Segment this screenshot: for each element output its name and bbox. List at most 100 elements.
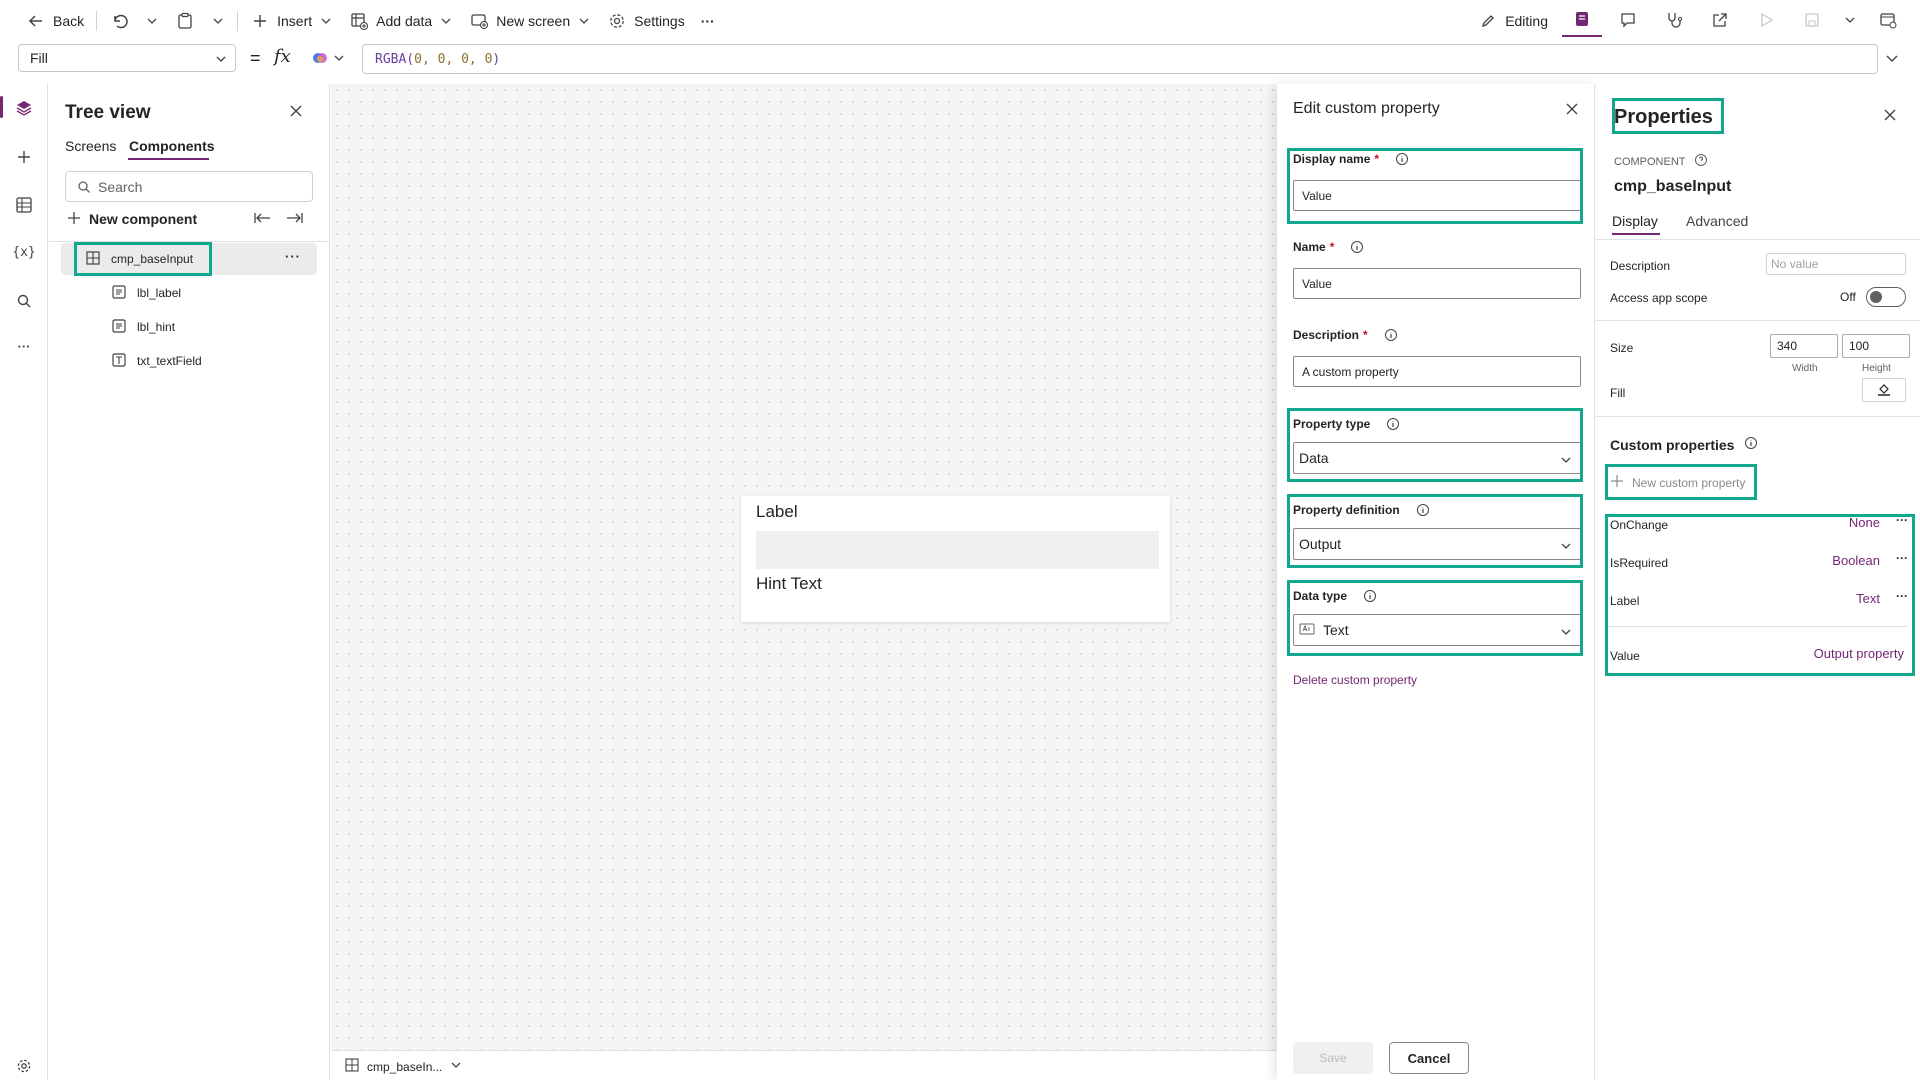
- tree-node-label: lbl_label: [137, 286, 182, 300]
- insert-icon[interactable]: [12, 145, 36, 169]
- description-row-label: Description: [1610, 259, 1671, 273]
- settings-button[interactable]: Settings: [599, 5, 693, 37]
- chevron-down-icon: [1844, 14, 1856, 29]
- publish-button[interactable]: [1868, 5, 1908, 37]
- save-button[interactable]: Save: [1293, 1042, 1373, 1074]
- play-icon: [1758, 12, 1774, 31]
- more-options-icon[interactable]: ···: [285, 249, 301, 264]
- chevron-down-icon: [439, 14, 453, 28]
- health-button[interactable]: [1654, 5, 1694, 37]
- tree-node-txt-textfield[interactable]: txt_textField: [111, 351, 202, 371]
- description-input[interactable]: No value: [1766, 253, 1906, 275]
- formula-input[interactable]: RGBA(0, 0, 0, 0): [362, 44, 1878, 74]
- info-icon[interactable]: [1384, 328, 1398, 342]
- close-icon[interactable]: [1565, 102, 1579, 119]
- highlight-box: [1287, 580, 1583, 656]
- new-component-button[interactable]: New component: [67, 207, 197, 231]
- new-screen-icon: [469, 11, 489, 31]
- editing-mode-button[interactable]: Editing: [1470, 5, 1556, 37]
- info-icon[interactable]: [1350, 240, 1364, 254]
- help-icon[interactable]: [1694, 153, 1708, 170]
- tab-components[interactable]: Components: [129, 138, 215, 154]
- tree-node-lbl-label[interactable]: lbl_label: [111, 283, 181, 303]
- comments-button[interactable]: [1608, 5, 1648, 37]
- property-dropdown[interactable]: Fill: [18, 44, 236, 72]
- fill-label: Fill: [1610, 386, 1626, 400]
- tree-search-input[interactable]: Search: [65, 171, 313, 202]
- plus-icon: [250, 11, 270, 31]
- tab-advanced[interactable]: Advanced: [1686, 213, 1748, 229]
- new-screen-menu[interactable]: New screen: [461, 5, 599, 37]
- fill-color-picker[interactable]: [1862, 378, 1906, 402]
- undo-icon: [109, 11, 129, 31]
- variables-icon[interactable]: {x}: [12, 240, 36, 264]
- highlight-box: [74, 242, 212, 276]
- back-label: Back: [53, 13, 85, 29]
- expand-all-icon[interactable]: [285, 211, 303, 228]
- property-dropdown-value: Fill: [30, 50, 48, 66]
- chevron-down-icon: [450, 1059, 462, 1074]
- tree-node-lbl-hint[interactable]: lbl_hint: [111, 317, 175, 337]
- paste-button[interactable]: [167, 5, 203, 37]
- cancel-label: Cancel: [1407, 1050, 1451, 1066]
- undo-dropdown[interactable]: [137, 5, 167, 37]
- fx-icon: fx: [274, 46, 291, 67]
- highlight-box: [1287, 494, 1583, 568]
- paste-dropdown[interactable]: [203, 5, 233, 37]
- description-input[interactable]: A custom property: [1293, 356, 1581, 387]
- close-icon[interactable]: [289, 104, 303, 121]
- tree-view-icon[interactable]: [12, 96, 36, 120]
- back-button[interactable]: Back: [18, 5, 92, 37]
- save-app-button[interactable]: [1792, 5, 1832, 37]
- access-scope-label: Access app scope: [1610, 291, 1708, 305]
- share-button[interactable]: [1700, 5, 1740, 37]
- component-preview[interactable]: Label Hint Text: [741, 496, 1170, 622]
- app-checker-button[interactable]: [1562, 5, 1602, 37]
- rail-selection-indicator: [0, 96, 3, 118]
- command-bar: Back Insert Add data New screen Settings…: [0, 0, 1920, 42]
- name-input[interactable]: Value: [1293, 268, 1581, 299]
- chevron-down-icon: [145, 14, 159, 28]
- label-icon: [111, 318, 127, 337]
- divider: [1596, 416, 1920, 417]
- access-scope-toggle[interactable]: [1866, 287, 1906, 307]
- label-icon: [111, 284, 127, 303]
- component-name: cmp_baseInput: [1614, 178, 1732, 195]
- search-icon[interactable]: [12, 289, 36, 313]
- component-text-field: [756, 531, 1159, 569]
- properties-panel: Properties COMPONENT cmp_baseInput Displ…: [1596, 84, 1920, 1080]
- width-input[interactable]: 340: [1770, 334, 1838, 358]
- more-commands-button[interactable]: ···: [693, 5, 723, 37]
- cancel-button[interactable]: Cancel: [1389, 1042, 1469, 1074]
- component-selector-label: cmp_baseIn...: [367, 1059, 443, 1074]
- save-icon: [1804, 12, 1820, 31]
- tree-view-title: Tree view: [65, 102, 151, 123]
- add-data-menu[interactable]: Add data: [341, 5, 461, 37]
- info-icon[interactable]: [1744, 436, 1758, 453]
- copilot-button[interactable]: [311, 48, 355, 70]
- data-icon[interactable]: [12, 193, 36, 217]
- save-dropdown[interactable]: [1838, 5, 1862, 37]
- copilot-icon: [311, 49, 329, 70]
- component-selector[interactable]: cmp_baseIn...: [345, 1058, 462, 1075]
- divider: [1596, 239, 1920, 240]
- tab-display[interactable]: Display: [1612, 213, 1658, 229]
- height-input[interactable]: 100: [1842, 334, 1910, 358]
- preview-button[interactable]: [1746, 5, 1786, 37]
- gear-icon[interactable]: [12, 1054, 36, 1078]
- collapse-all-icon[interactable]: [254, 211, 272, 228]
- left-rail: {x} ···: [0, 84, 48, 1080]
- more-icon[interactable]: ···: [12, 334, 36, 358]
- delete-custom-property-link[interactable]: Delete custom property: [1293, 673, 1417, 687]
- description-label: Description *: [1293, 328, 1398, 342]
- expand-formula-icon[interactable]: [1884, 50, 1900, 69]
- chevron-down-icon: [215, 52, 227, 68]
- publish-icon: [1879, 11, 1897, 32]
- arrow-left-icon: [26, 11, 46, 31]
- height-value: 100: [1849, 339, 1870, 353]
- undo-button[interactable]: [101, 5, 137, 37]
- tab-screens[interactable]: Screens: [65, 138, 116, 154]
- close-icon[interactable]: [1883, 108, 1897, 125]
- tab-selected-indicator: [128, 158, 209, 160]
- insert-menu[interactable]: Insert: [242, 5, 341, 37]
